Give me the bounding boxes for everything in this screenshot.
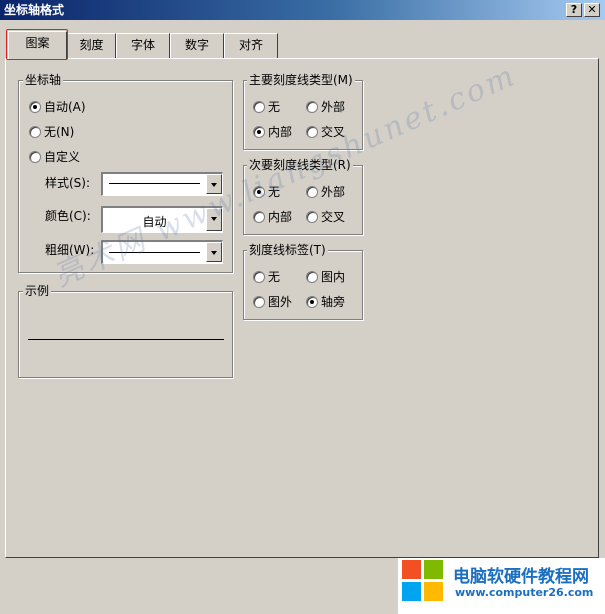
labels-low-radio[interactable] xyxy=(253,296,265,308)
major-inside-label: 内部 xyxy=(268,125,293,139)
weight-dropdown-arrow-icon[interactable] xyxy=(206,242,222,262)
close-button[interactable]: ✕ xyxy=(584,3,600,17)
minor-cross-radio[interactable] xyxy=(306,211,318,223)
axis-none-radio[interactable] xyxy=(29,126,41,138)
labels-none-label: 无 xyxy=(268,270,281,284)
logo-square-red xyxy=(402,560,421,579)
tab-highlight-box xyxy=(6,29,68,60)
axis-none-label: 无(N) xyxy=(44,125,75,139)
logo-url: www.computer26.com xyxy=(455,586,594,599)
logo-square-blue xyxy=(402,582,421,601)
minor-inside-radio[interactable] xyxy=(253,211,265,223)
major-outside-label: 外部 xyxy=(321,100,346,114)
minor-outside-label: 外部 xyxy=(321,185,346,199)
style-label: 样式(S): xyxy=(45,176,91,190)
logo-square-green xyxy=(424,560,443,579)
style-line-sample xyxy=(109,183,200,184)
labels-high-label: 图内 xyxy=(321,270,346,284)
site-logo: 电脑软硬件教程网 www.computer26.com xyxy=(398,558,605,614)
title-bar xyxy=(0,0,605,20)
tab-alignment[interactable]: 对齐 xyxy=(224,33,278,58)
axis-custom-radio[interactable] xyxy=(29,151,41,163)
labels-next-to-axis-radio[interactable] xyxy=(306,296,318,308)
sample-line xyxy=(28,339,224,340)
major-none-label: 无 xyxy=(268,100,281,114)
sample-group xyxy=(18,291,233,378)
major-tick-legend: 主要刻度线类型(M) xyxy=(247,73,355,87)
help-button[interactable]: ? xyxy=(566,3,582,17)
tick-labels-group xyxy=(243,250,363,320)
labels-next-to-axis-label: 轴旁 xyxy=(321,295,346,309)
minor-cross-label: 交叉 xyxy=(321,210,346,224)
axis-group-legend: 坐标轴 xyxy=(23,73,64,87)
sample-group-legend: 示例 xyxy=(23,284,52,298)
major-none-radio[interactable] xyxy=(253,101,265,113)
labels-none-radio[interactable] xyxy=(253,271,265,283)
logo-square-yellow xyxy=(424,582,443,601)
tab-font[interactable]: 字体 xyxy=(116,33,170,58)
logo-title: 电脑软硬件教程网 xyxy=(453,567,589,587)
axis-auto-label: 自动(A) xyxy=(44,100,86,114)
minor-inside-label: 内部 xyxy=(268,210,293,224)
major-inside-radio[interactable] xyxy=(253,126,265,138)
labels-high-radio[interactable] xyxy=(306,271,318,283)
tab-scale[interactable]: 刻度 xyxy=(67,33,116,58)
tick-labels-legend: 刻度线标签(T) xyxy=(247,243,328,257)
axis-custom-label: 自定义 xyxy=(44,150,81,164)
minor-outside-radio[interactable] xyxy=(306,186,318,198)
tab-number[interactable]: 数字 xyxy=(170,33,224,58)
color-label: 颜色(C): xyxy=(45,209,91,223)
labels-low-label: 图外 xyxy=(268,295,293,309)
axis-auto-radio[interactable] xyxy=(29,101,41,113)
window-title: 坐标轴格式 xyxy=(4,3,65,17)
major-outside-radio[interactable] xyxy=(306,101,318,113)
